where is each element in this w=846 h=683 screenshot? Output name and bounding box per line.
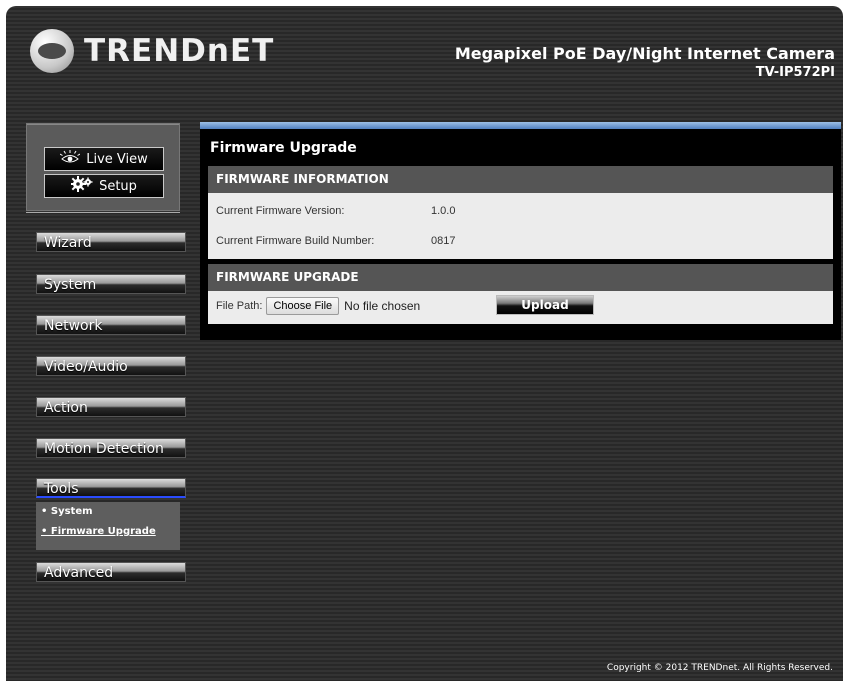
nav-divider	[26, 212, 180, 213]
nav-tools[interactable]: Tools	[36, 478, 186, 498]
app-frame: TRENDnET Megapixel PoE Day/Night Interne…	[6, 6, 843, 681]
panel-top-bar	[200, 122, 841, 129]
nav-video-audio[interactable]: Video/Audio	[36, 356, 186, 376]
firmware-upgrade-heading: FIRMWARE UPGRADE	[208, 264, 833, 291]
choose-file-button[interactable]: Choose File	[266, 297, 340, 315]
eye-icon	[59, 150, 81, 168]
brand-name: TRENDnET	[84, 33, 275, 69]
product-title: Megapixel PoE Day/Night Internet Camera	[454, 44, 835, 63]
view-mode-box: Live View Setup	[26, 123, 180, 211]
submenu-system[interactable]: • System	[36, 502, 180, 522]
file-path-row: File Path: Choose File No file chosen	[216, 297, 420, 315]
firmware-build-value: 0817	[431, 235, 456, 247]
firmware-upgrade-body: File Path: Choose File No file chosen Up…	[208, 291, 833, 324]
live-view-button[interactable]: Live View	[44, 147, 164, 171]
firmware-build-label: Current Firmware Build Number:	[216, 235, 375, 247]
tools-submenu: • System • Firmware Upgrade	[36, 502, 180, 550]
gear-icon	[70, 176, 93, 196]
setup-label: Setup	[99, 178, 137, 194]
nav-wizard[interactable]: Wizard	[36, 232, 186, 252]
setup-button[interactable]: Setup	[44, 174, 164, 198]
logo-emblem-icon	[30, 29, 74, 73]
firmware-version-value: 1.0.0	[431, 205, 456, 217]
firmware-info-body: Current Firmware Version: 1.0.0 Current …	[208, 193, 833, 259]
upload-button[interactable]: Upload	[496, 295, 594, 315]
firmware-info-heading: FIRMWARE INFORMATION	[208, 166, 833, 193]
main-panel: Firmware Upgrade FIRMWARE INFORMATION Cu…	[200, 122, 841, 340]
product-model: TV-IP572PI	[755, 65, 835, 80]
trendnet-logo: TRENDnET	[30, 28, 274, 74]
copyright-footer: Copyright © 2012 TRENDnet. All Rights Re…	[606, 663, 833, 673]
page-title: Firmware Upgrade	[210, 140, 357, 156]
nav-action[interactable]: Action	[36, 397, 186, 417]
product-header: Megapixel PoE Day/Night Internet Camera …	[455, 44, 835, 80]
live-view-label: Live View	[86, 151, 148, 167]
nav-advanced[interactable]: Advanced	[36, 562, 186, 582]
firmware-version-label: Current Firmware Version:	[216, 205, 345, 217]
file-path-label: File Path:	[216, 300, 263, 312]
nav-network[interactable]: Network	[36, 315, 186, 335]
no-file-chosen-text: No file chosen	[344, 299, 421, 313]
nav-system[interactable]: System	[36, 274, 186, 294]
submenu-firmware-upgrade[interactable]: • Firmware Upgrade	[36, 522, 180, 542]
nav-motion-detection[interactable]: Motion Detection	[36, 438, 186, 458]
